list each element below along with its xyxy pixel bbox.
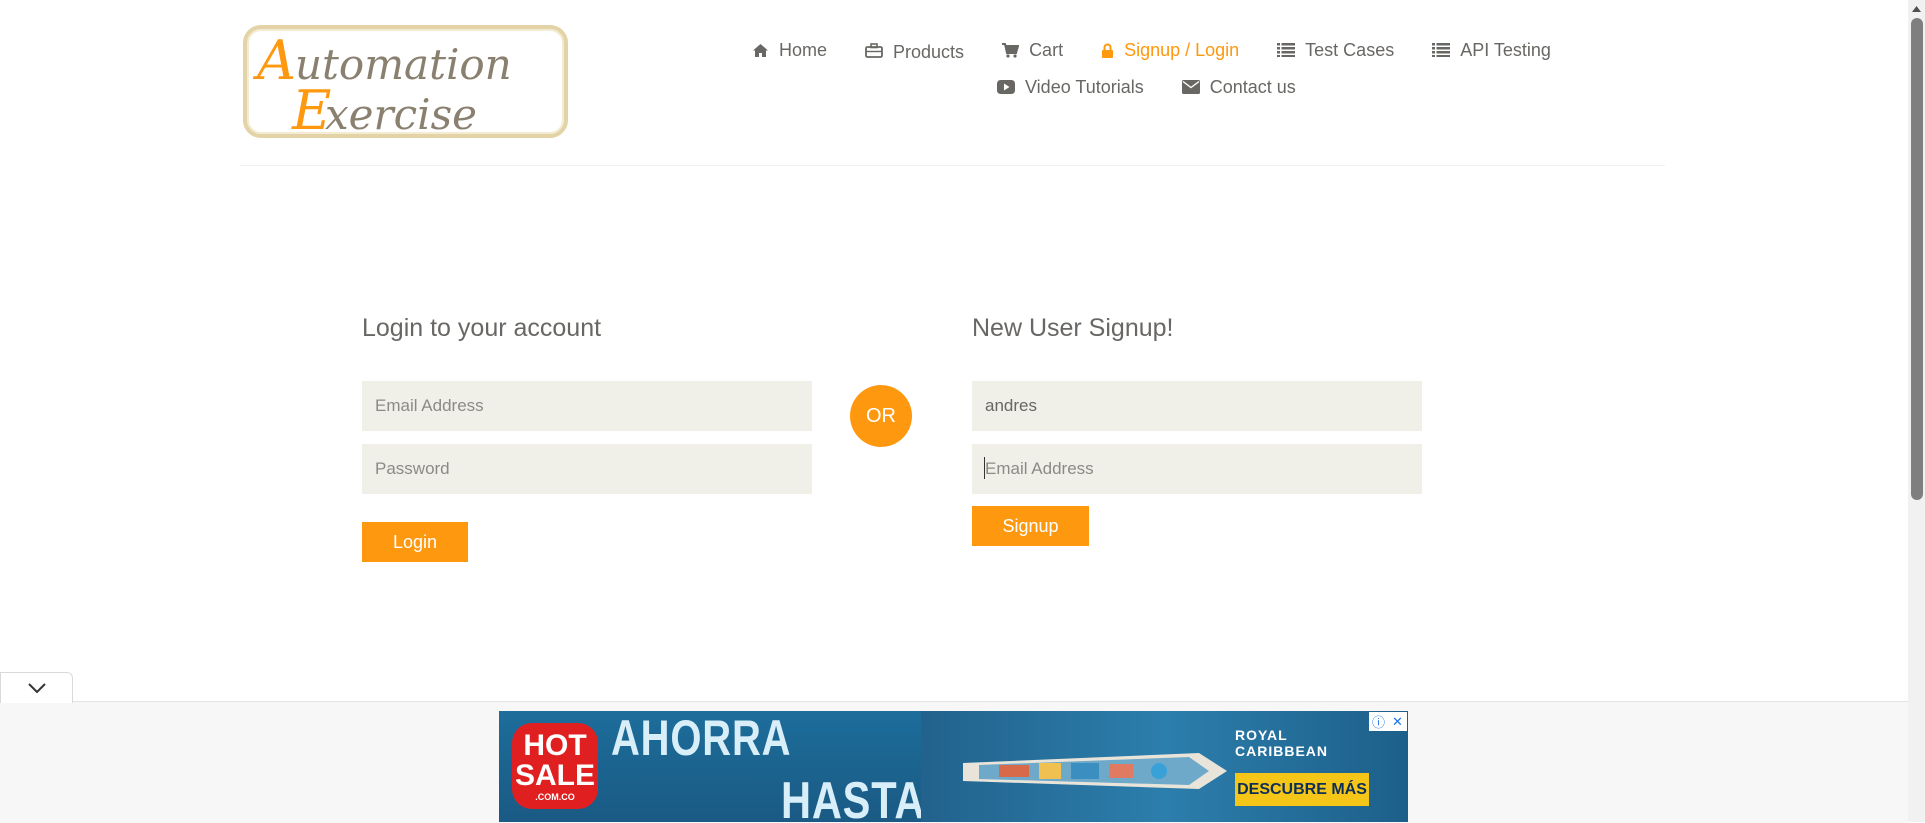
- main-nav: Home Products Cart Signup / Login Test C…: [752, 38, 1551, 62]
- nav-home[interactable]: Home: [752, 40, 827, 61]
- login-button[interactable]: Login: [362, 522, 468, 562]
- nav-cart-label: Cart: [1029, 39, 1064, 60]
- ad-banner[interactable]: HOT SALE .COM.CO AHORRA HASTA ROYAL CARI…: [499, 711, 1408, 822]
- envelope-icon: [1181, 80, 1200, 94]
- royal-caribbean-logo: ROYAL CARIBBEAN: [1235, 727, 1328, 759]
- vertical-scrollbar[interactable]: [1908, 0, 1925, 822]
- list-icon: [1432, 43, 1451, 57]
- text-cursor: [984, 457, 985, 479]
- signup-button[interactable]: Signup: [972, 506, 1089, 546]
- nav-api-testing-label: API Testing: [1460, 39, 1551, 60]
- badge-sub: .COM.CO: [535, 791, 575, 802]
- lock-icon: [1102, 43, 1114, 58]
- ad-headline-2: HASTA: [781, 772, 926, 822]
- scrollbar-thumb[interactable]: [1911, 18, 1923, 500]
- logo-wordmark: A utomation E xercise: [252, 29, 512, 142]
- login-title: Login to your account: [362, 314, 602, 342]
- chevron-down-icon: [27, 683, 46, 693]
- nav-api-testing[interactable]: API Testing: [1432, 40, 1551, 61]
- badge-line2: SALE: [514, 758, 595, 792]
- hot-sale-badge: HOT SALE .COM.CO: [512, 723, 598, 809]
- signup-email-input[interactable]: [972, 444, 1422, 494]
- secondary-nav: Video Tutorials Contact us: [997, 75, 1296, 99]
- nav-home-label: Home: [779, 39, 828, 60]
- ad-close-icon[interactable]: ✕: [1388, 712, 1407, 731]
- nav-products-label: Products: [893, 41, 965, 62]
- badge-line1: HOT: [523, 728, 587, 762]
- cart-icon: [1002, 42, 1020, 58]
- brand-line1: ROYAL: [1235, 727, 1288, 743]
- login-password-input[interactable]: [362, 444, 812, 494]
- nav-contact-us-label: Contact us: [1209, 76, 1296, 97]
- site-logo[interactable]: A utomation E xercise: [243, 25, 568, 142]
- briefcase-icon: [865, 42, 883, 58]
- scroll-up-arrow-icon[interactable]: [1908, 0, 1925, 17]
- home-icon: [753, 43, 768, 57]
- ad-controls: ⓘ ✕: [1369, 712, 1407, 731]
- logo-line2: xercise: [325, 90, 477, 139]
- ad-info-icon[interactable]: ⓘ: [1369, 712, 1388, 731]
- header-divider: [240, 165, 1665, 166]
- cruise-ship-image: [963, 753, 1227, 789]
- login-email-input[interactable]: [362, 381, 812, 431]
- or-separator: OR: [850, 385, 912, 447]
- youtube-icon: [997, 80, 1015, 94]
- ad-cta-button[interactable]: DESCUBRE MÁS: [1235, 773, 1369, 806]
- signup-title: New User Signup!: [972, 314, 1174, 342]
- nav-video-tutorials[interactable]: Video Tutorials: [997, 77, 1144, 98]
- ad-left-panel: HOT SALE .COM.CO AHORRA HASTA: [499, 711, 924, 822]
- nav-cart[interactable]: Cart: [1002, 40, 1063, 61]
- signup-name-input[interactable]: [972, 381, 1422, 431]
- brand-line2: CARIBBEAN: [1235, 743, 1328, 759]
- nav-test-cases[interactable]: Test Cases: [1277, 40, 1394, 61]
- nav-signup-login[interactable]: Signup / Login: [1101, 40, 1239, 61]
- nav-video-tutorials-label: Video Tutorials: [1025, 76, 1144, 97]
- ad-headline-1: AHORRA: [611, 711, 792, 766]
- list-icon: [1277, 43, 1296, 57]
- nav-contact-us[interactable]: Contact us: [1181, 76, 1296, 98]
- nav-products[interactable]: Products: [865, 40, 965, 62]
- collapse-ad-button[interactable]: [0, 672, 73, 703]
- svg-text:A: A: [252, 29, 296, 92]
- nav-test-cases-label: Test Cases: [1305, 39, 1395, 60]
- nav-signup-login-label: Signup / Login: [1124, 39, 1240, 60]
